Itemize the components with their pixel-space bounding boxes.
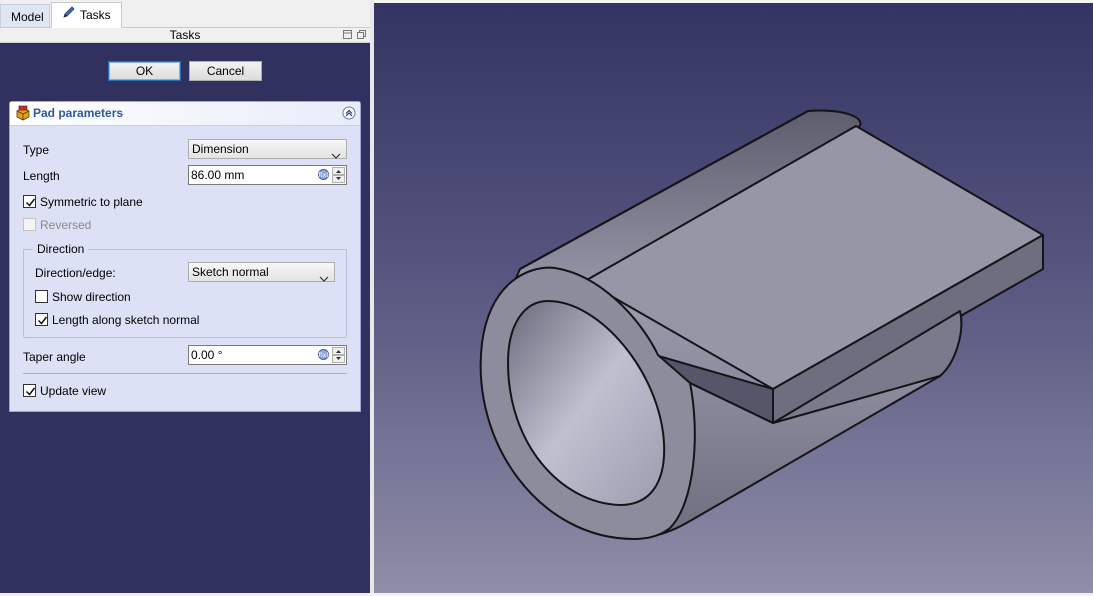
tab-model-label: Model <box>11 10 44 24</box>
taper-angle-value: 0.00 ° <box>191 348 223 362</box>
collapse-icon[interactable] <box>342 106 356 123</box>
chevron-down-icon <box>331 146 341 164</box>
dock-title-bar: Tasks <box>0 28 370 43</box>
tab-bar: Model Tasks <box>0 0 370 28</box>
dock-float-icon[interactable] <box>342 29 353 40</box>
direction-legend: Direction <box>33 242 89 256</box>
length-spin-up[interactable] <box>332 167 345 175</box>
reversed-label: Reversed <box>40 218 92 232</box>
length-along-normal-label[interactable]: Length along sketch normal <box>52 313 199 327</box>
direction-group: Direction Direction/edge: Sketch normal … <box>23 242 347 338</box>
chevron-down-icon <box>319 269 329 287</box>
tab-tasks-label: Tasks <box>80 8 111 22</box>
pad-parameters-panel: Pad parameters Type Dimension Length 86.… <box>9 101 361 412</box>
symmetric-label[interactable]: Symmetric to plane <box>40 195 143 209</box>
pad-parameters-header[interactable]: Pad parameters <box>10 102 360 126</box>
direction-edge-combobox[interactable]: Sketch normal <box>188 262 335 282</box>
reversed-checkbox[interactable] <box>23 218 36 231</box>
show-direction-label[interactable]: Show direction <box>52 290 131 304</box>
ok-button[interactable]: OK <box>108 61 181 81</box>
type-combobox[interactable]: Dimension <box>188 139 347 159</box>
sketch-pencil-icon <box>62 3 76 28</box>
dock-title: Tasks <box>169 28 201 42</box>
pad-model-render <box>479 109 1044 540</box>
type-label: Type <box>23 143 50 157</box>
taper-angle-input[interactable]: 0.00 ° f(x) <box>188 345 347 365</box>
type-value: Dimension <box>192 142 249 156</box>
show-direction-checkbox[interactable] <box>35 290 48 303</box>
length-label: Length <box>23 169 60 183</box>
symmetric-checkbox[interactable] <box>23 195 36 208</box>
pad-parameters-title: Pad parameters <box>33 106 124 120</box>
cancel-button[interactable]: Cancel <box>189 61 262 81</box>
length-input[interactable]: 86.00 mm f(x) <box>188 165 347 185</box>
pad-feature-icon <box>15 105 31 124</box>
length-along-normal-checkbox[interactable] <box>35 313 48 326</box>
3d-viewport[interactable] <box>374 0 1093 593</box>
direction-edge-value: Sketch normal <box>192 265 269 279</box>
separator <box>23 373 347 374</box>
update-view-label[interactable]: Update view <box>40 384 106 398</box>
length-value: 86.00 mm <box>191 168 245 182</box>
tab-tasks[interactable]: Tasks <box>51 2 122 28</box>
taper-spin-up[interactable] <box>332 347 345 355</box>
taper-spin-down[interactable] <box>332 355 345 363</box>
tab-model[interactable]: Model <box>0 4 50 27</box>
expression-icon[interactable]: f(x) <box>318 347 329 365</box>
direction-edge-label: Direction/edge: <box>35 266 116 280</box>
taper-angle-label: Taper angle <box>23 350 86 364</box>
expression-icon[interactable]: f(x) <box>318 167 329 185</box>
length-spin-down[interactable] <box>332 175 345 183</box>
svg-text:f(x): f(x) <box>318 172 328 179</box>
dock-close-icon[interactable] <box>356 29 367 40</box>
task-panel: Model Tasks Tasks OK Cancel Pad paramete… <box>0 0 370 593</box>
svg-text:f(x): f(x) <box>318 352 328 359</box>
update-view-checkbox[interactable] <box>23 384 36 397</box>
